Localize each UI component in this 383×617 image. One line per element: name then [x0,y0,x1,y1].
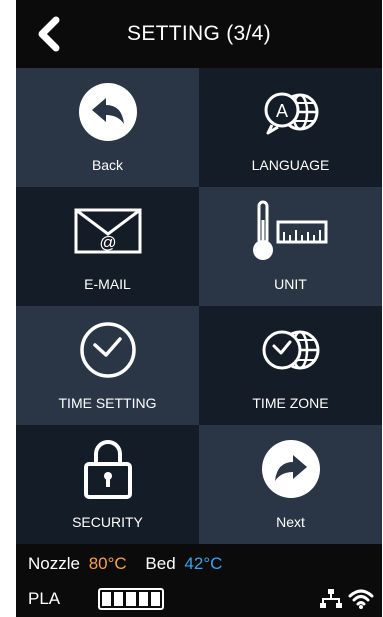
nozzle-temp: 80°C [88,554,127,573]
email-label: E-MAIL [84,276,131,292]
level-cell [150,592,161,606]
clock-icon [68,318,148,382]
printer-screen: SETTING (3/4) Back A LANGUAGE @ E-MAIL U… [16,0,382,617]
wifi-icon [348,589,374,609]
bed-temp: 42°C [184,554,223,573]
temperature-readout: Nozzle 80°C Bed 42°C [28,554,226,574]
page-title: SETTING (3/4) [127,22,271,45]
level-cell [102,592,112,606]
svg-text:A: A [275,101,287,121]
language-label: LANGUAGE [251,157,330,173]
bed-label: Bed [145,554,176,573]
back-label: Back [91,157,124,173]
next-label: Next [276,514,305,530]
next-arrow-icon [251,437,331,501]
nozzle-label: Nozzle [28,554,80,573]
clock-globe-icon [251,318,331,382]
padlock-icon [68,437,148,501]
envelope-icon: @ [68,199,148,263]
unit-button[interactable]: UNIT [199,187,382,306]
time-setting-label: TIME SETTING [58,395,157,411]
network-status [318,588,374,610]
time-zone-label: TIME ZONE [252,395,329,411]
security-label: SECURITY [72,514,143,530]
next-button[interactable]: Next [199,425,382,544]
time-zone-button[interactable]: TIME ZONE [199,306,382,425]
svg-text:@: @ [99,233,116,252]
time-setting-button[interactable]: TIME SETTING [16,306,199,425]
unit-label: UNIT [274,276,307,292]
language-button[interactable]: A LANGUAGE [199,68,382,187]
settings-grid: Back A LANGUAGE @ E-MAIL UNIT TIME SETTI… [16,68,382,544]
language-globe-icon: A [251,80,331,144]
filament-level-indicator [98,588,164,610]
security-button[interactable]: SECURITY [16,425,199,544]
level-cell [126,592,136,606]
back-arrow-icon [68,80,148,144]
ethernet-icon [320,589,342,608]
level-cell [138,592,148,606]
thermometer-ruler-icon [251,199,331,263]
header-bar: SETTING (3/4) [16,0,382,68]
back-button[interactable]: Back [16,68,199,187]
material-label: PLA [28,589,61,608]
level-cell [114,592,124,606]
email-button[interactable]: @ E-MAIL [16,187,199,306]
status-bar: Nozzle 80°C Bed 42°C PLA [16,544,382,617]
